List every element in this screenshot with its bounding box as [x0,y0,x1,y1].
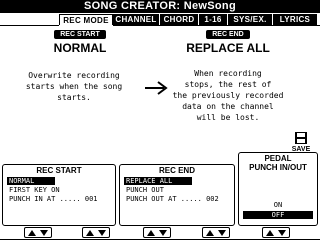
tab-channel[interactable]: CHANNEL [113,14,159,25]
down-arrow-icon [97,229,106,236]
down-arrow-icon [217,229,226,236]
tab-1-16[interactable]: 1-16 [199,14,227,25]
tab-rec-mode[interactable]: REC MODE [59,14,113,25]
option-replace-all[interactable]: REPLACE ALL [124,177,192,185]
pedal-up-down-button[interactable] [262,227,290,238]
up-arrow-icon [206,229,215,236]
rec-start-badge: REC START [54,30,106,39]
tab-sys-ex[interactable]: SYS/EX. [228,14,272,25]
rec-start-panel: REC START NORMAL FIRST KEY ON PUNCH IN A… [2,164,116,226]
pedal-panel-title-2: PUNCH IN/OUT [249,163,307,172]
up-arrow-icon [147,229,156,236]
rec-start-up-down-button-2[interactable] [82,227,110,238]
rec-end-up-down-button-2[interactable] [202,227,230,238]
option-punch-out-at[interactable]: PUNCH OUT AT ..... 002 [124,195,232,203]
pedal-panel-title-1: PEDAL [264,154,292,163]
option-normal[interactable]: NORMAL [7,177,55,185]
rec-end-panel-title: REC END [158,166,195,175]
rec-end-badge: REC END [206,30,250,39]
option-first-key-on[interactable]: FIRST KEY ON [7,186,107,194]
down-arrow-icon [39,229,48,236]
rec-end-panel: REC END REPLACE ALL PUNCH OUT PUNCH OUT … [119,164,235,226]
option-pedal-off[interactable]: OFF [243,211,313,219]
rec-end-mode: REPLACE ALL [186,41,270,55]
option-punch-out[interactable]: PUNCH OUT [124,186,224,194]
rec-end-description: When recording stops, the rest of the pr… [172,69,284,122]
tab-bar: REC MODE CHANNEL CHORD 1-16 SYS/EX. LYRI… [0,13,320,25]
down-arrow-icon [158,229,167,236]
up-arrow-icon [266,229,275,236]
option-pedal-on[interactable]: ON [243,201,313,209]
pedal-panel: PEDAL PUNCH IN/OUT ON OFF [238,152,318,226]
option-punch-in-at[interactable]: PUNCH IN AT ..... 001 [7,195,113,203]
rec-start-up-down-button-1[interactable] [24,227,52,238]
up-arrow-icon [28,229,37,236]
down-arrow-icon [277,229,286,236]
rec-start-panel-title: REC START [36,166,82,175]
floppy-disk-icon [295,132,307,144]
tab-chord[interactable]: CHORD [160,14,198,25]
tab-lyrics[interactable]: LYRICS [273,14,317,25]
rec-start-mode: NORMAL [53,41,107,55]
rec-start-description: Overwrite recording starts when the song… [25,71,123,102]
window-title: SONG CREATOR: NewSong [0,0,320,13]
up-arrow-icon [86,229,95,236]
rec-end-up-down-button-1[interactable] [143,227,171,238]
